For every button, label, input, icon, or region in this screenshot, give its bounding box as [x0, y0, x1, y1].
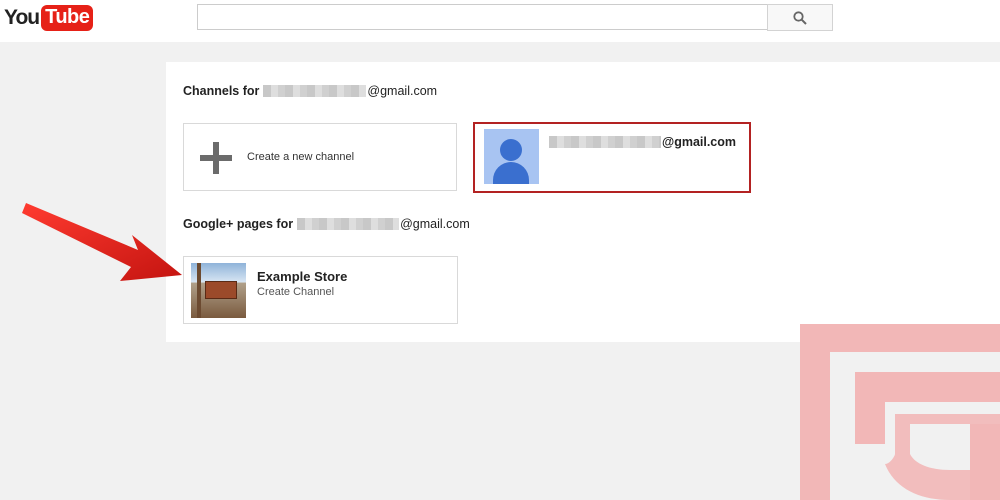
create-channel-link[interactable]: Create Channel	[257, 286, 334, 298]
google-pages-heading: Google+ pages for @gmail.com	[183, 217, 470, 231]
logo-text-tube: Tube	[41, 5, 94, 31]
channels-heading-label: Channels for	[183, 84, 260, 98]
create-channel-label: Create a new channel	[247, 151, 355, 163]
search-button[interactable]	[767, 4, 833, 31]
youtube-logo[interactable]: You Tube	[4, 4, 94, 32]
search-icon	[793, 10, 807, 25]
search-input[interactable]	[197, 4, 767, 30]
watermark-logo	[800, 324, 1000, 500]
account-email-domain: @gmail.com	[662, 135, 737, 149]
store-name: Example Store	[257, 269, 348, 284]
account-channel-card[interactable]: @gmail.com	[473, 122, 751, 193]
create-channel-card[interactable]: Create a new channel	[183, 123, 457, 191]
plus-icon	[200, 142, 232, 174]
redacted-email	[263, 85, 367, 97]
redacted-email	[297, 218, 400, 230]
account-email: @gmail.com	[549, 135, 736, 149]
example-store-card[interactable]: Example Store Create Channel	[183, 256, 458, 324]
redacted-email	[549, 136, 661, 148]
channels-email-domain: @gmail.com	[367, 84, 438, 98]
top-bar: You Tube	[0, 0, 1000, 42]
store-thumbnail	[191, 263, 246, 318]
avatar-icon	[484, 129, 539, 184]
google-pages-heading-label: Google+ pages for	[183, 217, 294, 231]
logo-text-you: You	[4, 6, 40, 29]
red-arrow-annotation	[22, 203, 182, 281]
channel-picker-panel: Channels for @gmail.com Create a new cha…	[166, 62, 1000, 342]
channels-heading: Channels for @gmail.com	[183, 84, 437, 98]
pages-email-domain: @gmail.com	[400, 217, 470, 231]
